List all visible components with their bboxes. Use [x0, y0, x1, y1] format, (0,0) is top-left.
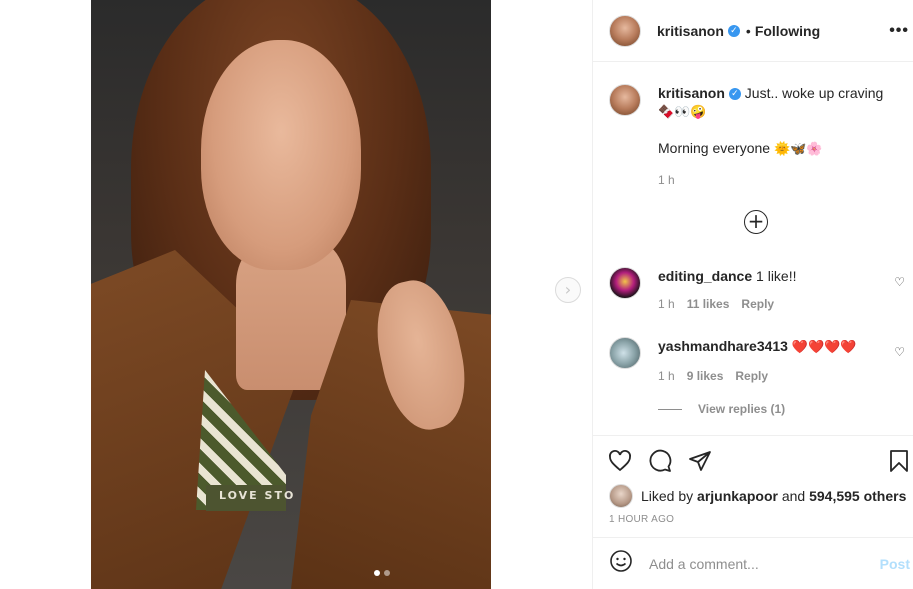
post-actions: Liked by arjunkapoor and 594,595 others … — [593, 435, 913, 535]
comment-icon[interactable] — [647, 448, 673, 474]
chevron-right-icon[interactable]: › — [555, 277, 581, 303]
likes-count[interactable]: 594,595 others — [809, 488, 906, 504]
verified-badge-icon: ✓ — [727, 24, 740, 37]
caption-text: kritisanon ✓ Just.. woke up craving 🍫👀🤪 — [658, 84, 899, 122]
liker-avatar[interactable] — [609, 484, 633, 508]
comment-likes[interactable]: 11 likes — [687, 297, 730, 311]
caption-line2: Morning everyone 🌞🦋🌸 — [658, 140, 899, 157]
comments-section: kritisanon ✓ Just.. woke up craving 🍫👀🤪 M… — [593, 63, 913, 435]
comment-text: yashmandhare3413 ❤️❤️❤️❤️ — [658, 337, 899, 357]
heart-icon[interactable] — [607, 448, 633, 474]
smiley-icon[interactable] — [609, 549, 633, 579]
comment-meta: 1 h 11 likes Reply — [658, 297, 899, 311]
post-header: kritisanon ✓ • Following ••• — [593, 0, 913, 62]
post-side-panel: kritisanon ✓ • Following ••• kritisanon ✓… — [592, 0, 913, 589]
comment-input[interactable] — [649, 555, 869, 572]
comment-likes[interactable]: 9 likes — [687, 369, 724, 383]
caption: kritisanon ✓ Just.. woke up craving 🍫👀🤪 M… — [609, 84, 899, 187]
caption-line2-text: Morning everyone — [658, 140, 771, 156]
action-icons — [607, 448, 713, 474]
add-comment-bar: Post — [593, 537, 913, 589]
caption-body: Just.. woke up craving — [744, 85, 884, 101]
posted-time: 1 HOUR AGO — [609, 514, 675, 525]
post-media: LOVE STO › — [0, 0, 592, 589]
comment-heart-icon[interactable]: ♡ — [894, 345, 905, 359]
liker-username[interactable]: arjunkapoor — [697, 488, 778, 504]
comment-username[interactable]: editing_dance — [658, 268, 752, 284]
likes-prefix: Liked by — [641, 488, 694, 504]
carousel-dot-active — [374, 570, 380, 576]
comment-avatar[interactable] — [609, 267, 641, 299]
comment-item: editing_dance 1 like!! 1 h 11 likes Repl… — [609, 267, 905, 311]
carousel-dot — [384, 570, 390, 576]
comment-meta: 1 h 9 likes Reply — [658, 369, 899, 383]
caption-time: 1 h — [658, 173, 675, 187]
caption-avatar[interactable] — [609, 84, 641, 116]
comment-time: 1 h — [658, 369, 675, 383]
bookmark-icon[interactable] — [886, 448, 912, 474]
comment-item: yashmandhare3413 ❤️❤️❤️❤️ 1 h 9 likes Re… — [609, 337, 905, 383]
comment-heart-icon[interactable]: ♡ — [894, 275, 905, 289]
post-photo[interactable]: LOVE STO — [91, 0, 491, 589]
verified-badge-icon: ✓ — [728, 88, 741, 101]
caption-line2-emojis: 🌞🦋🌸 — [773, 142, 823, 157]
comment-text: editing_dance 1 like!! — [658, 267, 899, 285]
comment-avatar[interactable] — [609, 337, 641, 369]
photo-face — [201, 40, 361, 270]
carousel-dots — [374, 570, 390, 576]
header-bullet: • — [745, 22, 751, 39]
reply-button[interactable]: Reply — [735, 369, 768, 383]
caption-username[interactable]: kritisanon — [658, 85, 725, 101]
comment-body: 1 like!! — [756, 268, 797, 284]
following-button[interactable]: Following — [755, 23, 820, 39]
replies-line — [658, 408, 682, 410]
more-options-icon[interactable]: ••• — [889, 22, 909, 40]
photo-band-text: LOVE STO — [219, 489, 296, 502]
header-username[interactable]: kritisanon — [657, 23, 724, 39]
view-replies-button[interactable]: View replies (1) — [658, 402, 785, 416]
header-user: kritisanon ✓ • Following — [657, 23, 820, 39]
avatar[interactable] — [609, 14, 641, 47]
comment-body: ❤️❤️❤️❤️ — [791, 340, 857, 355]
caption-emojis: 🍫👀🤪 — [658, 105, 707, 120]
post-button[interactable]: Post — [880, 556, 910, 572]
likes-and: and — [781, 488, 806, 504]
comment-username[interactable]: yashmandhare3413 — [658, 338, 788, 354]
load-more-comments-button[interactable]: + — [744, 210, 768, 234]
comment-time: 1 h — [658, 297, 675, 311]
likes-summary: Liked by arjunkapoor and 594,595 others — [609, 484, 906, 508]
share-icon[interactable] — [687, 448, 713, 474]
view-replies-label: View replies (1) — [698, 402, 786, 416]
reply-button[interactable]: Reply — [741, 297, 774, 311]
